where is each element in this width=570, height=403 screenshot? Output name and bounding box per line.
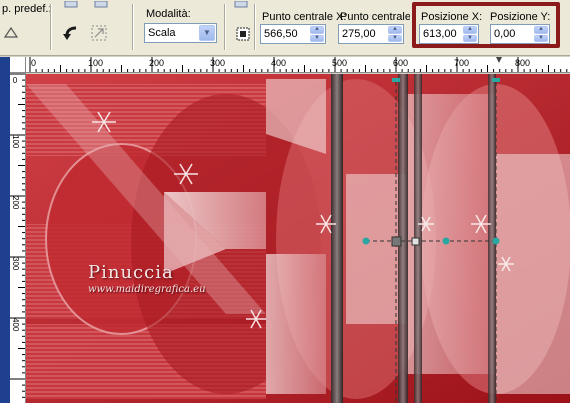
canvas-artwork <box>26 74 570 403</box>
image-canvas[interactable]: Pinuccia www.maidiregrafica.eu <box>26 74 570 403</box>
ruler-top-label: 600 <box>393 58 409 68</box>
ruler-left-ticks <box>10 73 25 398</box>
ruler-marker-icon <box>496 57 502 63</box>
ruler-left-label: 200 <box>11 196 20 210</box>
ruler-top[interactable]: 0 100 200 300 400 500 600 700 800 <box>26 57 570 73</box>
watermark-url: www.maidiregrafica.eu <box>88 284 206 295</box>
mode-select-value: Scala <box>148 27 176 39</box>
ruler-top-label: 0 <box>31 58 37 68</box>
ruler-top-ticks <box>29 57 568 72</box>
fit-canvas-icon[interactable] <box>232 23 254 45</box>
center-y-spinner[interactable]: ▲ ▼ <box>388 26 402 42</box>
separator <box>50 4 51 50</box>
preset-picker-icon[interactable] <box>0 22 22 44</box>
ruler-top-label: 800 <box>515 58 531 68</box>
ruler-left-label: 300 <box>11 257 20 271</box>
ruler-top-label: 200 <box>149 58 165 68</box>
app-window: p. predef.: Modalità: Scala ▼ Punto cent… <box>0 0 570 403</box>
center-x-field[interactable]: 566,50 ▲ ▼ <box>260 24 326 44</box>
spin-up-icon[interactable]: ▲ <box>388 26 402 34</box>
preset-label: p. predef.: <box>2 3 52 15</box>
center-x-label: Punto centrale X: <box>262 11 347 23</box>
separator <box>254 4 255 50</box>
ruler-left[interactable]: 0 100 200 300 400 <box>10 73 26 403</box>
position-highlight-box <box>412 2 560 48</box>
spin-down-icon[interactable]: ▼ <box>388 34 402 42</box>
undo-arrow-icon[interactable] <box>60 22 82 44</box>
center-y-value: 275,00 <box>342 28 376 40</box>
chevron-down-icon[interactable]: ▼ <box>199 25 215 41</box>
spin-down-icon[interactable]: ▼ <box>310 34 324 42</box>
tool-options-bar: p. predef.: Modalità: Scala ▼ Punto cent… <box>0 0 570 56</box>
separator <box>132 4 133 50</box>
ruler-top-label: 700 <box>454 58 470 68</box>
ruler-left-label: 0 <box>12 76 18 85</box>
center-x-value: 566,50 <box>264 28 298 40</box>
ruler-top-label: 400 <box>271 58 287 68</box>
workspace-edge <box>0 57 10 403</box>
ruler-top-label: 100 <box>88 58 104 68</box>
spin-up-icon[interactable]: ▲ <box>310 26 324 34</box>
mode-label: Modalità: <box>146 8 191 20</box>
center-y-field[interactable]: 275,00 ▲ ▼ <box>338 24 404 44</box>
toolbar-small-icon[interactable] <box>90 0 112 10</box>
separator <box>224 4 225 50</box>
ruler-left-label: 100 <box>11 135 20 149</box>
ruler-top-label: 500 <box>332 58 348 68</box>
reset-icon[interactable] <box>88 22 110 44</box>
watermark: Pinuccia www.maidiregrafica.eu <box>88 262 206 295</box>
ruler-corner <box>10 57 26 73</box>
toolbar-small-icon[interactable] <box>60 0 82 10</box>
center-y-label: Punto centrale Y: <box>340 11 410 23</box>
ruler-left-label: 400 <box>11 318 20 332</box>
mode-select[interactable]: Scala ▼ <box>144 23 217 43</box>
ruler-top-label: 300 <box>210 58 226 68</box>
watermark-name: Pinuccia <box>88 262 174 283</box>
toolbar-small-icon[interactable] <box>230 0 252 10</box>
center-x-spinner[interactable]: ▲ ▼ <box>310 26 324 42</box>
